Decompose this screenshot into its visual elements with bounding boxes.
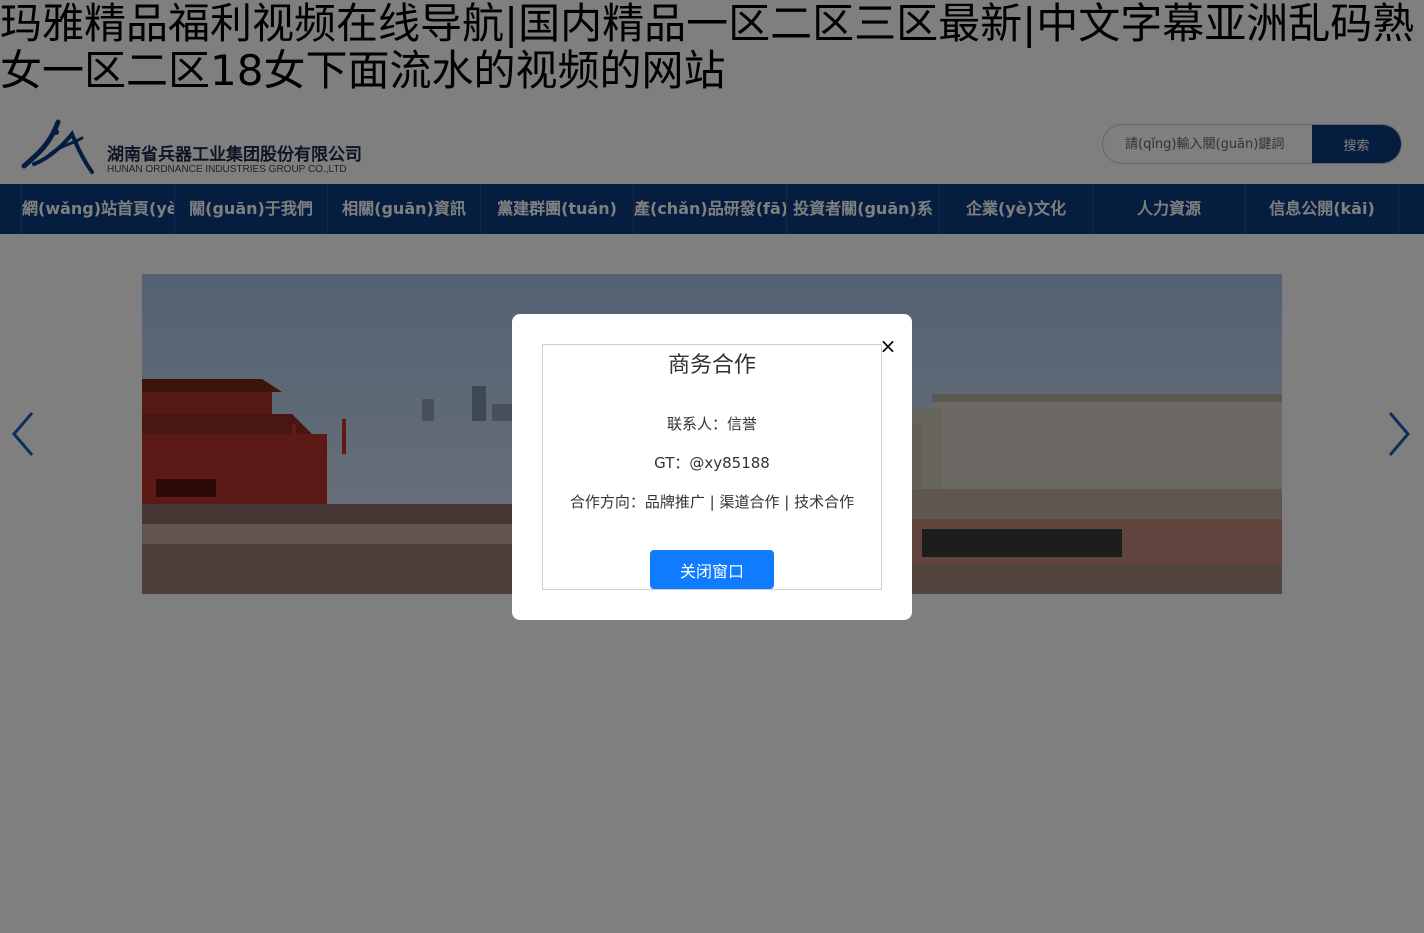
modal-title: 商务合作 <box>667 353 756 378</box>
modal-direction: 合作方向：品牌推广 | 渠道合作 | 技术合作 <box>569 493 855 511</box>
modal-gt: GT：@xy85188 <box>654 454 770 472</box>
modal-content: 商务合作 联系人：信誉 GT：@xy85188 合作方向：品牌推广 | 渠道合作… <box>542 344 882 590</box>
close-icon[interactable]: × <box>876 334 900 358</box>
modal-contact: 联系人：信誉 <box>666 415 757 433</box>
close-window-button[interactable]: 关闭窗口 <box>650 550 774 589</box>
business-modal: 商务合作 联系人：信誉 GT：@xy85188 合作方向：品牌推广 | 渠道合作… <box>512 314 912 620</box>
